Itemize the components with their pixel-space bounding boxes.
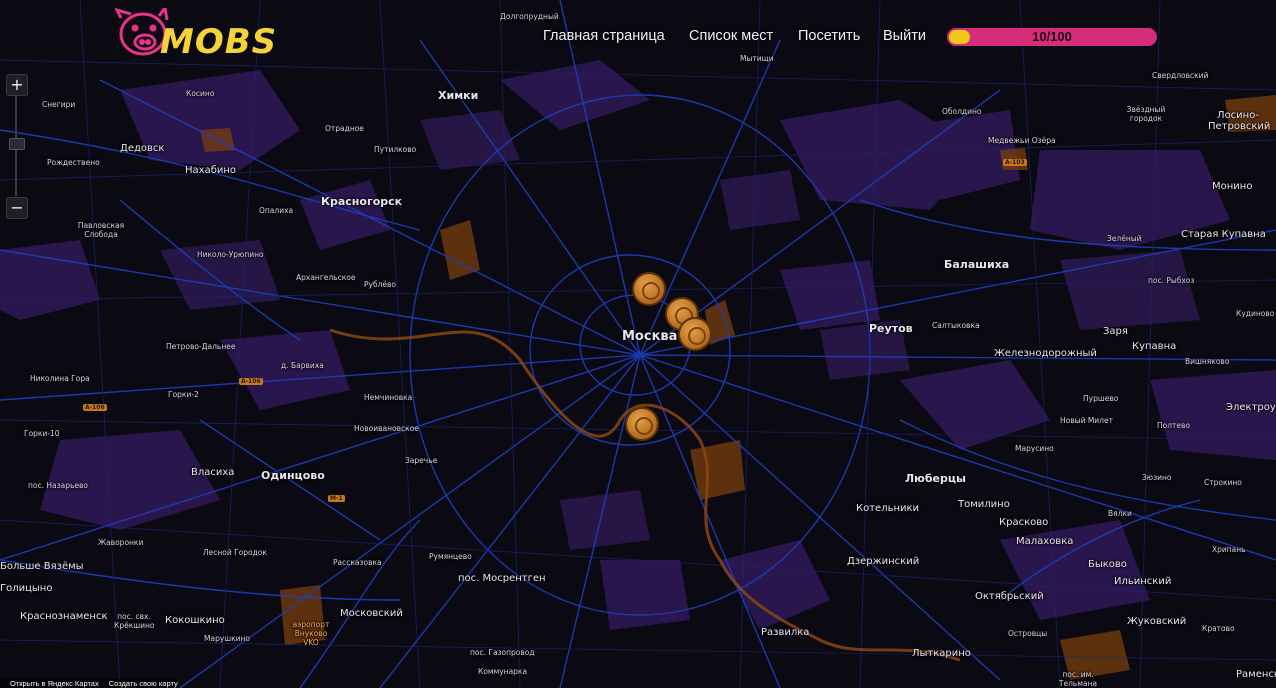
map-footer: Открыть в Яндекс Картах Создать свою кар… — [0, 679, 178, 688]
place-marker[interactable] — [625, 407, 659, 441]
create-map-link[interactable]: Создать свою карту — [109, 679, 178, 688]
logo-text[interactable]: MOBS — [160, 22, 277, 62]
zoom-out-button[interactable]: − — [6, 197, 28, 219]
visit-progress-bar: 10/100 — [947, 28, 1157, 46]
highway-shield: A-106 — [83, 404, 107, 411]
nav-visit[interactable]: Посетить — [798, 28, 860, 44]
place-marker[interactable] — [632, 272, 666, 306]
nav-places-list[interactable]: Список мест — [689, 28, 773, 44]
zoom-slider-handle[interactable] — [9, 138, 25, 150]
open-in-yandex-link[interactable]: Открыть в Яндекс Картах — [10, 679, 99, 688]
highway-shield: A-103 — [1003, 159, 1027, 166]
place-marker[interactable] — [678, 317, 712, 351]
zoom-in-button[interactable]: + — [6, 74, 28, 96]
nav-home[interactable]: Главная страница — [543, 28, 665, 44]
map-canvas[interactable] — [0, 0, 1276, 688]
nav-logout[interactable]: Выйти — [883, 28, 926, 44]
highway-shield: A-106 — [239, 378, 263, 385]
highway-shield: M-1 — [328, 495, 345, 502]
progress-text: 10/100 — [1032, 29, 1072, 44]
